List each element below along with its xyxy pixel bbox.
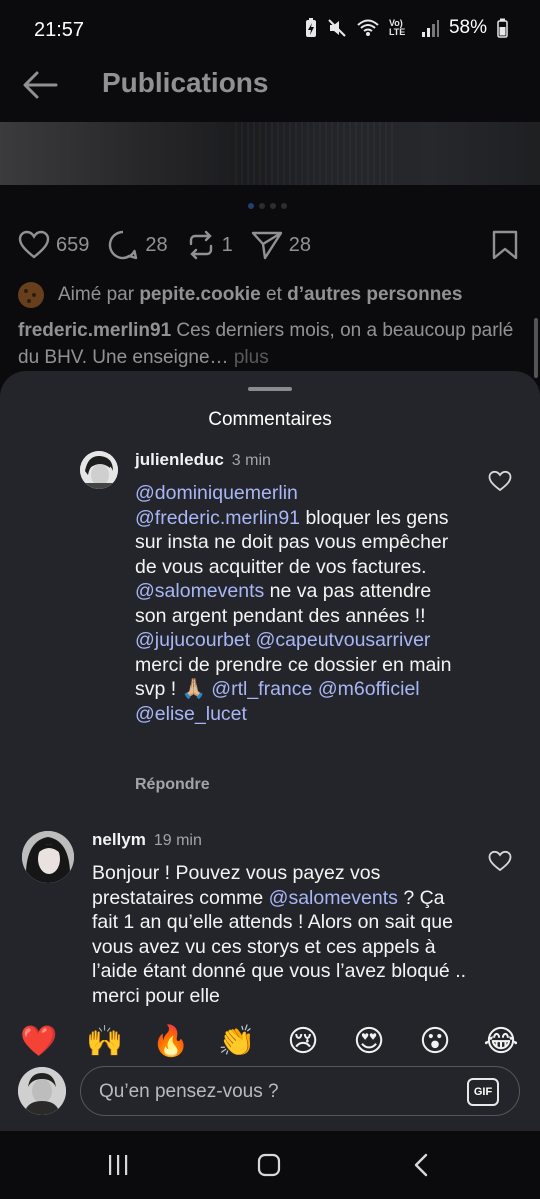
comment-username[interactable]: nellym: [92, 830, 146, 849]
liked-by[interactable]: Aimé par pepite.cookie et d’autres perso…: [18, 282, 462, 308]
page-title: Publications: [102, 67, 269, 98]
emoji-button[interactable]: 😮: [413, 1024, 457, 1059]
recents-icon[interactable]: [106, 1153, 130, 1177]
carousel-dot: [270, 203, 276, 209]
like-button[interactable]: 659: [18, 230, 89, 260]
bookmark-icon[interactable]: [492, 230, 518, 260]
caption-user[interactable]: frederic.merlin91: [18, 320, 171, 341]
sheet-drag-handle[interactable]: [248, 387, 292, 391]
post-image[interactable]: [0, 122, 540, 185]
avatar-image: [18, 1067, 66, 1115]
wifi-icon: [357, 19, 379, 36]
emoji-quick-bar: ❤️ 🙌 🔥 👏 😢 😍 😮 😂: [0, 1013, 540, 1069]
comment-input[interactable]: [99, 1077, 459, 1107]
emoji-button[interactable]: ❤️: [17, 1024, 61, 1059]
mention-link[interactable]: @jujucourbet: [135, 629, 250, 651]
mention-link[interactable]: @frederic.merlin91: [135, 507, 300, 529]
emoji-button[interactable]: 😂: [479, 1024, 523, 1059]
comment-count: 28: [145, 233, 168, 256]
battery-percent: 58%: [448, 17, 487, 38]
mute-icon: [328, 19, 346, 37]
avatar-image: [22, 831, 74, 883]
home-icon[interactable]: [257, 1153, 281, 1177]
caption-more[interactable]: plus: [234, 347, 269, 368]
signal-icon: [421, 20, 439, 37]
status-bar: 21:57 Vo) LTE 58%: [0, 0, 540, 62]
comment-like-icon[interactable]: [488, 850, 512, 872]
post-caption: frederic.merlin91 Ces derniers mois, on …: [18, 317, 518, 371]
commenter-avatar[interactable]: [22, 831, 74, 883]
scrollbar: [534, 318, 538, 378]
liker-avatar: [18, 282, 44, 308]
emoji-button[interactable]: 🔥: [149, 1024, 193, 1059]
avatar-image: [80, 451, 118, 489]
my-avatar: [18, 1067, 66, 1115]
post-actions: 659 28 1 28: [18, 228, 522, 262]
comment-composer: GIF: [0, 1063, 540, 1131]
comment-username[interactable]: julienleduc: [135, 450, 224, 469]
share-button[interactable]: 28: [251, 230, 311, 260]
emoji-button[interactable]: 🙌: [83, 1024, 127, 1059]
comment-time: 3 min: [231, 452, 271, 469]
sheet-title: Commentaires: [208, 409, 332, 430]
carousel-dot-active: [248, 203, 254, 209]
mention-link[interactable]: @dominiquemerlin: [135, 482, 298, 504]
comment-text: @dominiquemerlin @frederic.merlin91 bloq…: [135, 481, 455, 726]
liked-others[interactable]: d’autres personnes: [287, 284, 462, 306]
mention-link[interactable]: @elise_lucet: [135, 703, 247, 725]
heart-icon: [18, 230, 50, 259]
status-time: 21:57: [34, 19, 85, 41]
like-count: 659: [56, 233, 90, 256]
comment-time: 19 min: [153, 832, 202, 849]
mention-link[interactable]: @m6officiel: [318, 678, 420, 700]
mention-link[interactable]: @capeutvousarriver: [256, 629, 431, 651]
battery-saver-icon: [305, 18, 316, 37]
liked-suffix: et: [266, 284, 282, 305]
share-count: 28: [288, 233, 311, 256]
emoji-button[interactable]: 😢: [281, 1024, 325, 1059]
carousel-dot: [281, 203, 287, 209]
emoji-button[interactable]: 😍: [347, 1024, 391, 1059]
commenter-avatar[interactable]: [80, 451, 118, 489]
repost-button[interactable]: 1: [186, 230, 233, 260]
emoji-button[interactable]: 👏: [215, 1024, 259, 1059]
comment-text: Bonjour ! Pouvez vous payez vos prestata…: [92, 861, 472, 1008]
carousel-dots: [248, 203, 287, 209]
header: Publications: [0, 62, 540, 122]
liked-user[interactable]: pepite.cookie: [139, 284, 260, 306]
system-nav-bar: [0, 1131, 540, 1199]
mention-link[interactable]: @salomevents: [269, 887, 398, 909]
comment-icon: [109, 230, 138, 260]
comment-item: julienleduc 3 min @dominiquemerlin @frede…: [0, 446, 540, 806]
mention-link[interactable]: @salomevents: [135, 580, 264, 602]
back-arrow-icon[interactable]: [22, 70, 58, 100]
reply-button[interactable]: Répondre: [135, 776, 210, 794]
status-icons: Vo) LTE 58%: [305, 17, 508, 39]
repost-icon: [189, 230, 212, 260]
battery-icon: [497, 18, 508, 38]
carousel-dot: [259, 203, 265, 209]
mention-link[interactable]: @rtl_france: [211, 678, 312, 700]
comment-input-box[interactable]: GIF: [80, 1066, 520, 1116]
gif-button[interactable]: GIF: [467, 1078, 499, 1106]
comment-button[interactable]: 28: [107, 229, 168, 261]
liked-prefix: Aimé par: [58, 284, 135, 305]
repost-count: 1: [221, 233, 233, 256]
comment-like-icon[interactable]: [488, 470, 512, 492]
comment-item: nellym 19 min Bonjour ! Pouvez vous payez…: [0, 826, 540, 1026]
network-label: Vo) LTE: [388, 18, 406, 37]
send-icon: [251, 231, 282, 260]
back-icon[interactable]: [410, 1153, 434, 1177]
